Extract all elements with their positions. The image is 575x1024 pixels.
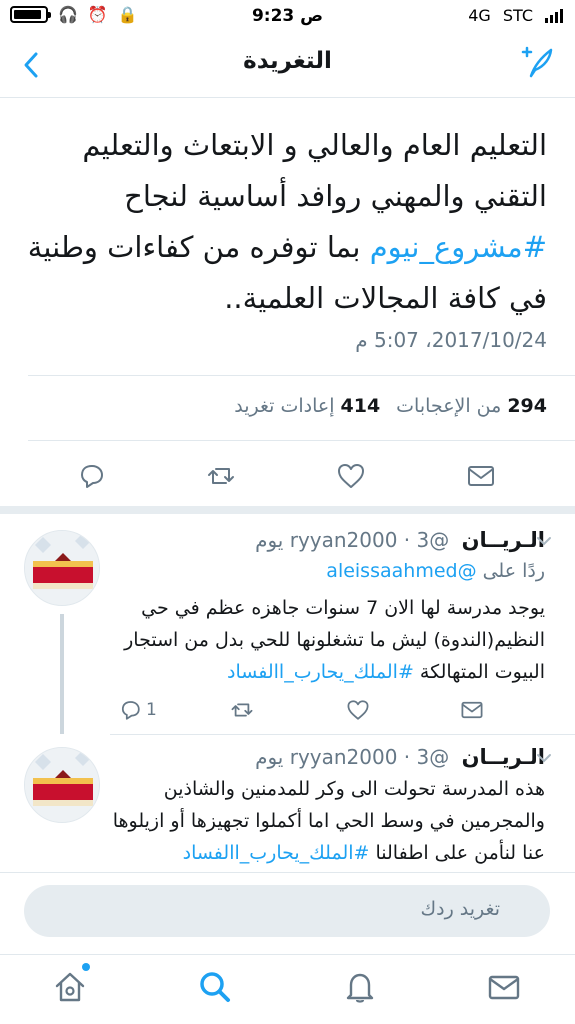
network-type: 4G <box>468 6 491 25</box>
likes-stat[interactable]: 294من الإعجابات <box>396 395 547 417</box>
reply-tweet-2[interactable]: الـريــان @ryyan2000 · 3 يوم هذه المدرسة… <box>0 735 575 872</box>
reply-text: يوجد مدرسة لها الان 7 سنوات جاهزه عظم في… <box>105 592 545 688</box>
reply-actions: 1 <box>110 698 490 728</box>
carrier-name: STC <box>502 6 533 25</box>
notifications-icon[interactable] <box>342 969 378 1005</box>
reply-text: هذه المدرسة تحولت الى وكر للمدمنين والشا… <box>105 773 545 869</box>
tab-bar <box>0 954 575 1024</box>
author-name[interactable]: الـريــان <box>462 745 545 769</box>
tweet-text-before: التعليم العام والعالي و الابتعاث والتعلي… <box>82 128 547 213</box>
divider <box>28 440 575 441</box>
direct-message-icon[interactable] <box>460 698 484 722</box>
tweet-stats: 294من الإعجابات 414إعادات تغريد <box>234 395 547 417</box>
author-name[interactable]: الـريــان <box>462 528 545 552</box>
like-heart-icon[interactable] <box>346 698 370 722</box>
reply-tweet-1[interactable]: الـريــان @ryyan2000 · 3 يوم ردًا على @al… <box>0 514 575 734</box>
search-icon[interactable] <box>197 969 233 1005</box>
signal-icon <box>545 8 563 23</box>
reply-count: 1 <box>146 700 157 720</box>
avatar-image <box>25 748 99 822</box>
reply-icon[interactable] <box>76 461 106 491</box>
retweet-icon[interactable] <box>206 461 236 491</box>
avatar[interactable] <box>24 747 100 823</box>
reply-icon[interactable] <box>118 698 142 722</box>
page-title: التغريدة <box>243 48 332 74</box>
likes-label: من الإعجابات <box>396 395 502 417</box>
like-heart-icon[interactable] <box>336 461 366 491</box>
messages-icon[interactable] <box>486 969 522 1005</box>
thread-connector <box>60 614 64 734</box>
avatar[interactable] <box>24 530 100 606</box>
retweets-label: إعادات تغريد <box>234 395 335 417</box>
retweets-stat[interactable]: 414إعادات تغريد <box>234 395 380 417</box>
tweet-actions <box>0 455 575 501</box>
likes-count: 294 <box>507 395 547 417</box>
avatar-image <box>25 531 99 605</box>
reply-header: الـريــان @ryyan2000 · 3 يوم <box>255 745 545 769</box>
navigation-bar: التغريدة <box>0 34 575 98</box>
chevron-down-icon[interactable] <box>536 753 552 763</box>
reply-input-placeholder: تغريد ردك <box>420 898 500 920</box>
direct-message-icon[interactable] <box>466 461 496 491</box>
status-right: 4G STC <box>468 6 563 25</box>
retweets-count: 414 <box>340 395 381 417</box>
status-bar: 🎧 ⏰ 🔒 9:23 ص 4G STC <box>0 0 575 34</box>
chevron-down-icon[interactable] <box>536 536 552 546</box>
tweet-date: 2017/10/24، 5:07 م <box>355 328 547 352</box>
home-icon[interactable] <box>52 969 88 1005</box>
home-notification-dot <box>82 963 90 971</box>
reply-to-mention[interactable]: @aleissaahmed <box>326 560 476 582</box>
tweet-text: التعليم العام والعالي و الابتعاث والتعلي… <box>22 120 547 324</box>
retweet-icon[interactable] <box>230 698 254 722</box>
section-separator <box>0 506 575 514</box>
divider <box>28 375 575 376</box>
compose-tweet-icon[interactable] <box>517 44 555 82</box>
reply-header: الـريــان @ryyan2000 · 3 يوم <box>255 528 545 552</box>
reply-composer-bar: تغريد ردك <box>0 872 575 954</box>
reply-to-label: ردًا على <box>482 560 545 582</box>
reply-hashtag[interactable]: #الملك_يحارب_االفساد <box>183 842 370 864</box>
reply-hashtag[interactable]: #الملك_يحارب_االفساد <box>227 661 414 683</box>
reply-to-line: ردًا على @aleissaahmed <box>326 560 545 582</box>
tweet-hashtag[interactable]: #مشروع_نيوم <box>370 230 547 264</box>
reply-input[interactable]: تغريد ردك <box>24 885 550 937</box>
